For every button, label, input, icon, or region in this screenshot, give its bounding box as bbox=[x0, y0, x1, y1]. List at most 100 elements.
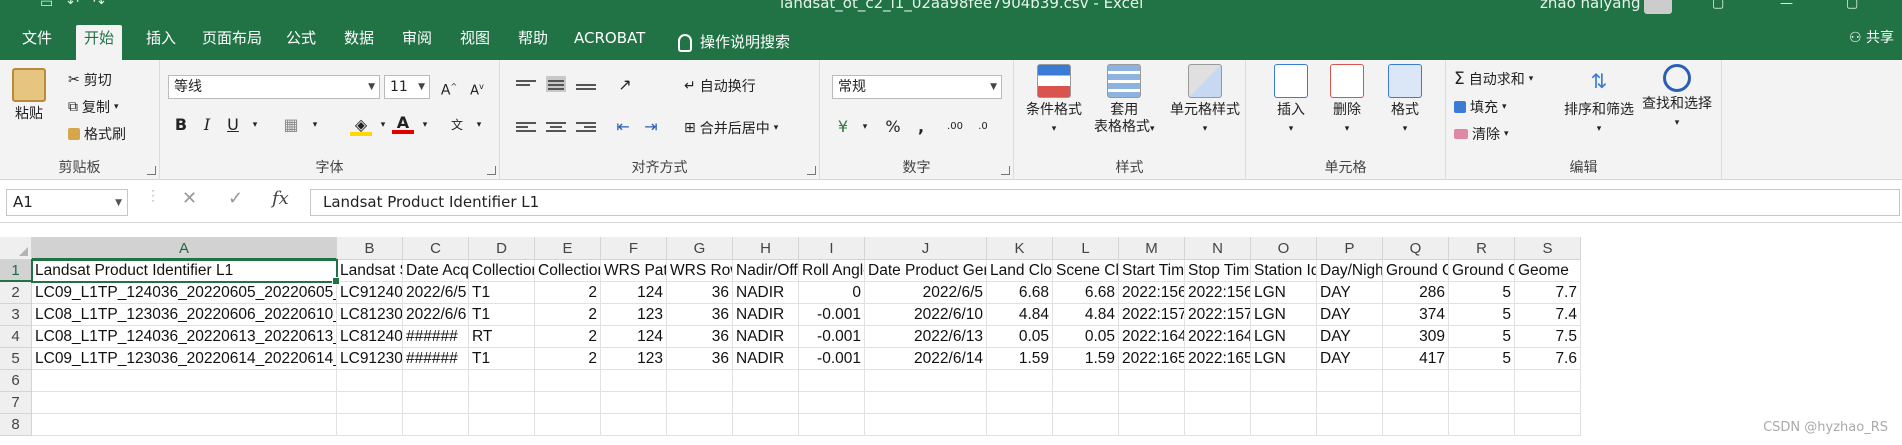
cell-s3[interactable]: 7.4 bbox=[1515, 304, 1581, 326]
cell-a4[interactable]: LC08_L1TP_124036_20220613_20220613_02_RT bbox=[32, 326, 337, 348]
cell-r6[interactable] bbox=[1449, 370, 1515, 392]
chevron-down-icon[interactable]: ▾ bbox=[372, 114, 394, 136]
cell-m4[interactable]: 2022:164:0 bbox=[1119, 326, 1185, 348]
cell-k6[interactable] bbox=[987, 370, 1053, 392]
column-header-h[interactable]: H bbox=[733, 237, 799, 260]
cell-b1[interactable]: Landsat Sc bbox=[337, 260, 403, 282]
merge-center-button[interactable]: ⊞ 合并后居中 ▾ bbox=[684, 118, 778, 138]
cell-i4[interactable]: -0.001 bbox=[799, 326, 865, 348]
conditional-format-button[interactable]: 条件格式 ▾ bbox=[1026, 64, 1082, 138]
save-icon[interactable]: ▭ bbox=[40, 0, 53, 11]
tab-review[interactable]: 审阅 bbox=[394, 25, 440, 60]
autosum-button[interactable]: Σ 自动求和 ▾ bbox=[1454, 69, 1533, 89]
alignment-launcher-icon[interactable] bbox=[807, 166, 816, 175]
name-box[interactable]: A1 ▼ bbox=[6, 189, 128, 216]
cell-p2[interactable]: DAY bbox=[1317, 282, 1383, 304]
tab-help[interactable]: 帮助 bbox=[510, 25, 556, 60]
cell-d3[interactable]: T1 bbox=[469, 304, 535, 326]
align-bottom-icon[interactable] bbox=[576, 82, 596, 98]
cell-l1[interactable]: Scene Clo bbox=[1053, 260, 1119, 282]
redo-icon[interactable]: ↷ bbox=[93, 0, 105, 11]
cell-h6[interactable] bbox=[733, 370, 799, 392]
currency-icon[interactable]: ¥ bbox=[832, 116, 854, 138]
cell-n3[interactable]: 2022:157:0 bbox=[1185, 304, 1251, 326]
cell-i6[interactable] bbox=[799, 370, 865, 392]
align-center-icon[interactable] bbox=[546, 120, 566, 136]
chevron-down-icon[interactable]: ▾ bbox=[854, 116, 876, 138]
column-header-c[interactable]: C bbox=[403, 237, 469, 260]
cell-f3[interactable]: 123 bbox=[601, 304, 667, 326]
cell-e1[interactable]: Collection bbox=[535, 260, 601, 282]
cell-i5[interactable]: -0.001 bbox=[799, 348, 865, 370]
fill-color-icon[interactable]: ◈ bbox=[350, 114, 372, 136]
column-header-o[interactable]: O bbox=[1251, 237, 1317, 260]
cell-n6[interactable] bbox=[1185, 370, 1251, 392]
tab-acrobat[interactable]: ACROBAT bbox=[566, 25, 653, 60]
column-header-j[interactable]: J bbox=[865, 237, 987, 260]
align-middle-icon[interactable] bbox=[546, 76, 566, 92]
cell-h5[interactable]: NADIR bbox=[733, 348, 799, 370]
cell-r2[interactable]: 5 bbox=[1449, 282, 1515, 304]
tab-insert[interactable]: 插入 bbox=[138, 25, 184, 60]
cell-s6[interactable] bbox=[1515, 370, 1581, 392]
cell-b7[interactable] bbox=[337, 392, 403, 414]
cell-h1[interactable]: Nadir/Off bbox=[733, 260, 799, 282]
cell-n2[interactable]: 2022:156:0 bbox=[1185, 282, 1251, 304]
cell-p4[interactable]: DAY bbox=[1317, 326, 1383, 348]
find-select-button[interactable]: 查找和选择 ▾ bbox=[1642, 64, 1712, 132]
chevron-down-icon[interactable]: ▾ bbox=[468, 114, 490, 136]
column-header-e[interactable]: E bbox=[535, 237, 601, 260]
column-header-m[interactable]: M bbox=[1119, 237, 1185, 260]
cell-s4[interactable]: 7.5 bbox=[1515, 326, 1581, 348]
cell-q3[interactable]: 374 bbox=[1383, 304, 1449, 326]
cell-l7[interactable] bbox=[1053, 392, 1119, 414]
column-header-n[interactable]: N bbox=[1185, 237, 1251, 260]
phonetic-icon[interactable]: 文 bbox=[446, 114, 468, 136]
column-header-l[interactable]: L bbox=[1053, 237, 1119, 260]
cell-s7[interactable] bbox=[1515, 392, 1581, 414]
fill-button[interactable]: 填充 ▾ bbox=[1454, 97, 1507, 117]
cell-a3[interactable]: LC08_L1TP_123036_20220606_20220610_02_T1 bbox=[32, 304, 337, 326]
cell-o1[interactable]: Station Id bbox=[1251, 260, 1317, 282]
tab-data[interactable]: 数据 bbox=[336, 25, 382, 60]
cell-r3[interactable]: 5 bbox=[1449, 304, 1515, 326]
cell-j5[interactable]: 2022/6/14 bbox=[865, 348, 987, 370]
cell-m2[interactable]: 2022:156:0 bbox=[1119, 282, 1185, 304]
cell-o2[interactable]: LGN bbox=[1251, 282, 1317, 304]
cell-d5[interactable]: T1 bbox=[469, 348, 535, 370]
cell-k2[interactable]: 6.68 bbox=[987, 282, 1053, 304]
cell-e3[interactable]: 2 bbox=[535, 304, 601, 326]
tab-formulas[interactable]: 公式 bbox=[278, 25, 324, 60]
cell-a1[interactable]: Landsat Product Identifier L1 bbox=[32, 260, 337, 282]
ribbon-display-icon[interactable]: ▢ bbox=[1712, 0, 1724, 11]
select-all-button[interactable] bbox=[0, 237, 32, 260]
cell-k3[interactable]: 4.84 bbox=[987, 304, 1053, 326]
cell-a2[interactable]: LC09_L1TP_124036_20220605_20220605_02_T1 bbox=[32, 282, 337, 304]
enter-icon[interactable]: ✓ bbox=[228, 188, 243, 209]
cell-h2[interactable]: NADIR bbox=[733, 282, 799, 304]
cell-i8[interactable] bbox=[799, 414, 865, 436]
cell-n5[interactable]: 2022:165:0 bbox=[1185, 348, 1251, 370]
column-header-b[interactable]: B bbox=[337, 237, 403, 260]
format-as-table-button[interactable]: 套用 表格格式▾ bbox=[1094, 64, 1155, 138]
cell-a8[interactable] bbox=[32, 414, 337, 436]
chevron-down-icon[interactable]: ▾ bbox=[304, 114, 326, 136]
cell-b3[interactable]: LC8123036 bbox=[337, 304, 403, 326]
cell-j7[interactable] bbox=[865, 392, 987, 414]
border-icon[interactable]: ▦ bbox=[280, 114, 302, 136]
align-left-icon[interactable] bbox=[516, 120, 536, 136]
cell-i1[interactable]: Roll Angle bbox=[799, 260, 865, 282]
cell-j4[interactable]: 2022/6/13 bbox=[865, 326, 987, 348]
cancel-icon[interactable]: ✕ bbox=[182, 188, 197, 209]
row-header-7[interactable]: 7 bbox=[0, 392, 32, 414]
chevron-down-icon[interactable]: ▾ bbox=[414, 114, 436, 136]
row-header-1[interactable]: 1 bbox=[0, 260, 32, 282]
cell-g5[interactable]: 36 bbox=[667, 348, 733, 370]
cell-g3[interactable]: 36 bbox=[667, 304, 733, 326]
insert-cells-button[interactable]: 插入 ▾ bbox=[1274, 64, 1308, 138]
cell-f1[interactable]: WRS Path bbox=[601, 260, 667, 282]
paste-button[interactable]: 粘贴 bbox=[12, 68, 46, 123]
decrease-decimal-icon[interactable]: .0 bbox=[972, 116, 994, 138]
cell-l8[interactable] bbox=[1053, 414, 1119, 436]
cell-s5[interactable]: 7.6 bbox=[1515, 348, 1581, 370]
